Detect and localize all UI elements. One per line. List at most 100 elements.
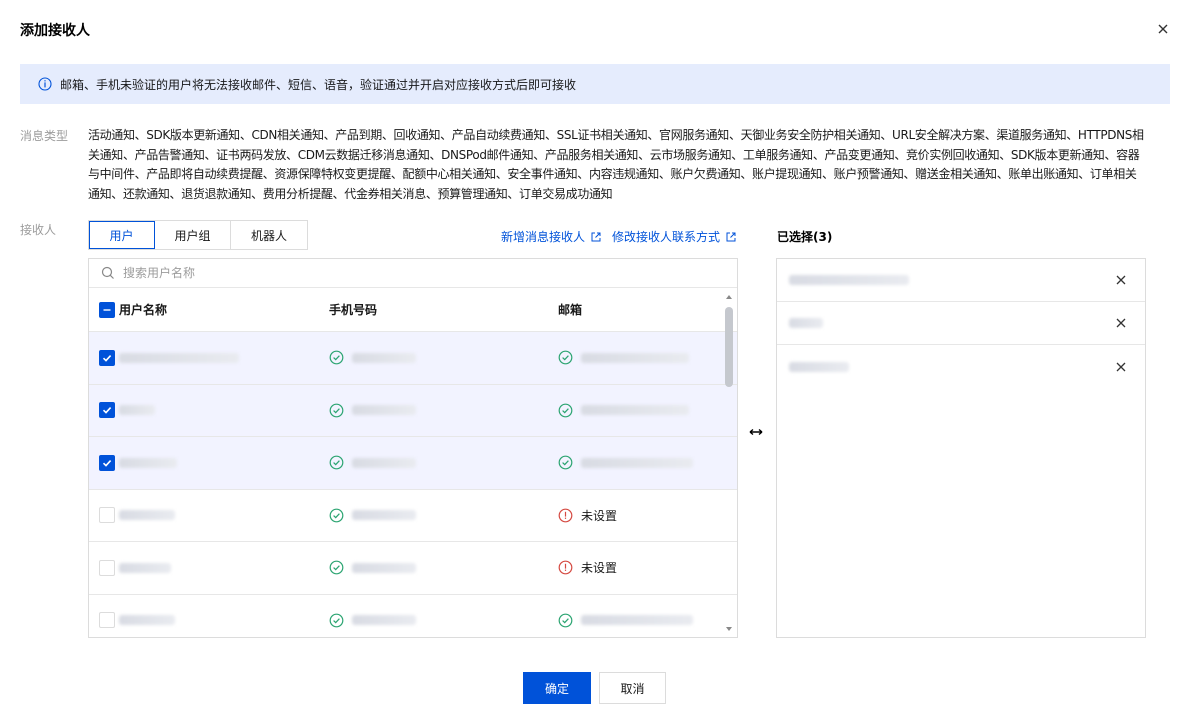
column-header-name: 用户名称 (119, 303, 168, 317)
table-row[interactable] (89, 595, 737, 638)
phone-value (352, 405, 416, 416)
selected-item (777, 345, 1145, 388)
phone-value (352, 562, 416, 573)
table-row[interactable] (89, 384, 737, 437)
email-cell: 未设置 (558, 559, 724, 576)
user-name (119, 562, 171, 573)
verified-icon (329, 403, 344, 418)
verified-icon (558, 455, 573, 470)
phone-cell (329, 508, 558, 523)
row-checkbox[interactable] (99, 507, 115, 524)
column-header-phone: 手机号码 (329, 303, 378, 317)
remove-icon[interactable] (1115, 361, 1127, 373)
phone-cell (329, 403, 558, 418)
phone-value (352, 457, 416, 468)
verified-icon (329, 560, 344, 575)
recipients-label: 接收人 (20, 223, 57, 237)
external-link-icon (591, 232, 601, 241)
scroll-up-icon[interactable] (725, 293, 733, 301)
scroll-thumb[interactable] (725, 307, 733, 387)
table-row[interactable]: 未设置 (89, 490, 737, 542)
selected-title: 已选择(3) (777, 230, 833, 244)
info-text: 邮箱、手机未验证的用户将无法接收邮件、短信、语音，验证通过并开启对应接收方式后即… (60, 77, 577, 92)
email-unset-text: 未设置 (581, 508, 618, 523)
row-checkbox[interactable] (99, 612, 115, 629)
phone-cell (329, 613, 558, 628)
verified-icon (329, 613, 344, 628)
email-value (581, 352, 689, 363)
email-cell (558, 613, 724, 628)
message-types-label: 消息类型 (20, 129, 69, 143)
row-checkbox[interactable] (99, 559, 115, 576)
phone-value (352, 615, 416, 626)
header-name-cell: 用户名称 (89, 301, 329, 318)
name-cell (89, 559, 329, 576)
remove-icon[interactable] (1115, 317, 1127, 329)
modify-contact-link-text: 修改接收人联系方式 (612, 230, 721, 244)
verified-icon (558, 613, 573, 628)
user-name (119, 352, 239, 363)
row-checkbox[interactable] (99, 454, 115, 471)
dialog-title: 添加接收人 (20, 23, 90, 39)
phone-value (352, 352, 416, 363)
message-types-text: 活动通知、SDK版本更新通知、CDN相关通知、产品到期、回收通知、产品自动续费通… (88, 128, 1144, 201)
info-banner: 邮箱、手机未验证的用户将无法接收邮件、短信、语音，验证通过并开启对应接收方式后即… (20, 64, 1170, 104)
remove-icon[interactable] (1115, 274, 1127, 286)
close-icon[interactable] (1154, 20, 1172, 38)
phone-cell (329, 350, 558, 365)
table-row[interactable] (89, 437, 737, 490)
user-name (119, 615, 175, 626)
table-body: 未设置 未设置 (89, 332, 737, 638)
email-cell (558, 350, 724, 365)
check-icon (102, 354, 112, 362)
select-all-checkbox[interactable] (99, 301, 115, 318)
user-list-panel: 用户名称 手机号码 邮箱 未设置未设置 (88, 258, 738, 638)
tab-user-group[interactable]: 用户组 (155, 221, 231, 249)
table-row[interactable] (89, 332, 737, 385)
email-cell: 未设置 (558, 507, 724, 524)
name-cell (89, 612, 329, 629)
tab-robot[interactable]: 机器人 (231, 221, 307, 249)
confirm-button[interactable]: 确定 (523, 672, 591, 704)
verified-icon (329, 508, 344, 523)
add-recipient-link[interactable]: 新增消息接收人 (501, 228, 601, 245)
user-name (119, 510, 175, 521)
table-row[interactable]: 未设置 (89, 542, 737, 595)
selected-item-name (789, 361, 849, 372)
recipient-type-tabs: 用户 用户组 机器人 (88, 220, 308, 250)
modify-contact-link[interactable]: 修改接收人联系方式 (612, 228, 736, 245)
minus-icon (103, 308, 111, 311)
name-cell (89, 349, 329, 366)
row-checkbox[interactable] (99, 349, 115, 366)
external-link-icon (726, 232, 736, 241)
search-icon (101, 266, 114, 279)
phone-cell (329, 560, 558, 575)
scroll-down-icon[interactable] (725, 625, 733, 633)
search-input[interactable] (123, 266, 683, 280)
selected-item-name (789, 318, 823, 328)
warning-icon (558, 508, 573, 523)
add-recipient-link-text: 新增消息接收人 (501, 230, 586, 244)
email-value (581, 405, 689, 416)
scrollbar[interactable] (723, 289, 735, 637)
row-checkbox[interactable] (99, 402, 115, 419)
name-cell (89, 402, 329, 419)
email-value (581, 615, 693, 626)
phone-value (352, 510, 416, 521)
user-name (119, 457, 177, 468)
verified-icon (558, 350, 573, 365)
user-name (119, 405, 155, 416)
phone-cell (329, 455, 558, 470)
tab-user[interactable]: 用户 (89, 221, 155, 249)
verified-icon (329, 350, 344, 365)
email-cell (558, 455, 724, 470)
name-cell (89, 454, 329, 471)
table-header: 用户名称 手机号码 邮箱 (89, 288, 737, 332)
email-cell (558, 403, 724, 418)
selected-item-name (789, 275, 909, 285)
email-unset-text: 未设置 (581, 561, 618, 576)
verified-icon (558, 403, 573, 418)
transfer-arrows-icon (749, 428, 763, 436)
email-value (581, 457, 693, 468)
cancel-button[interactable]: 取消 (599, 672, 666, 704)
